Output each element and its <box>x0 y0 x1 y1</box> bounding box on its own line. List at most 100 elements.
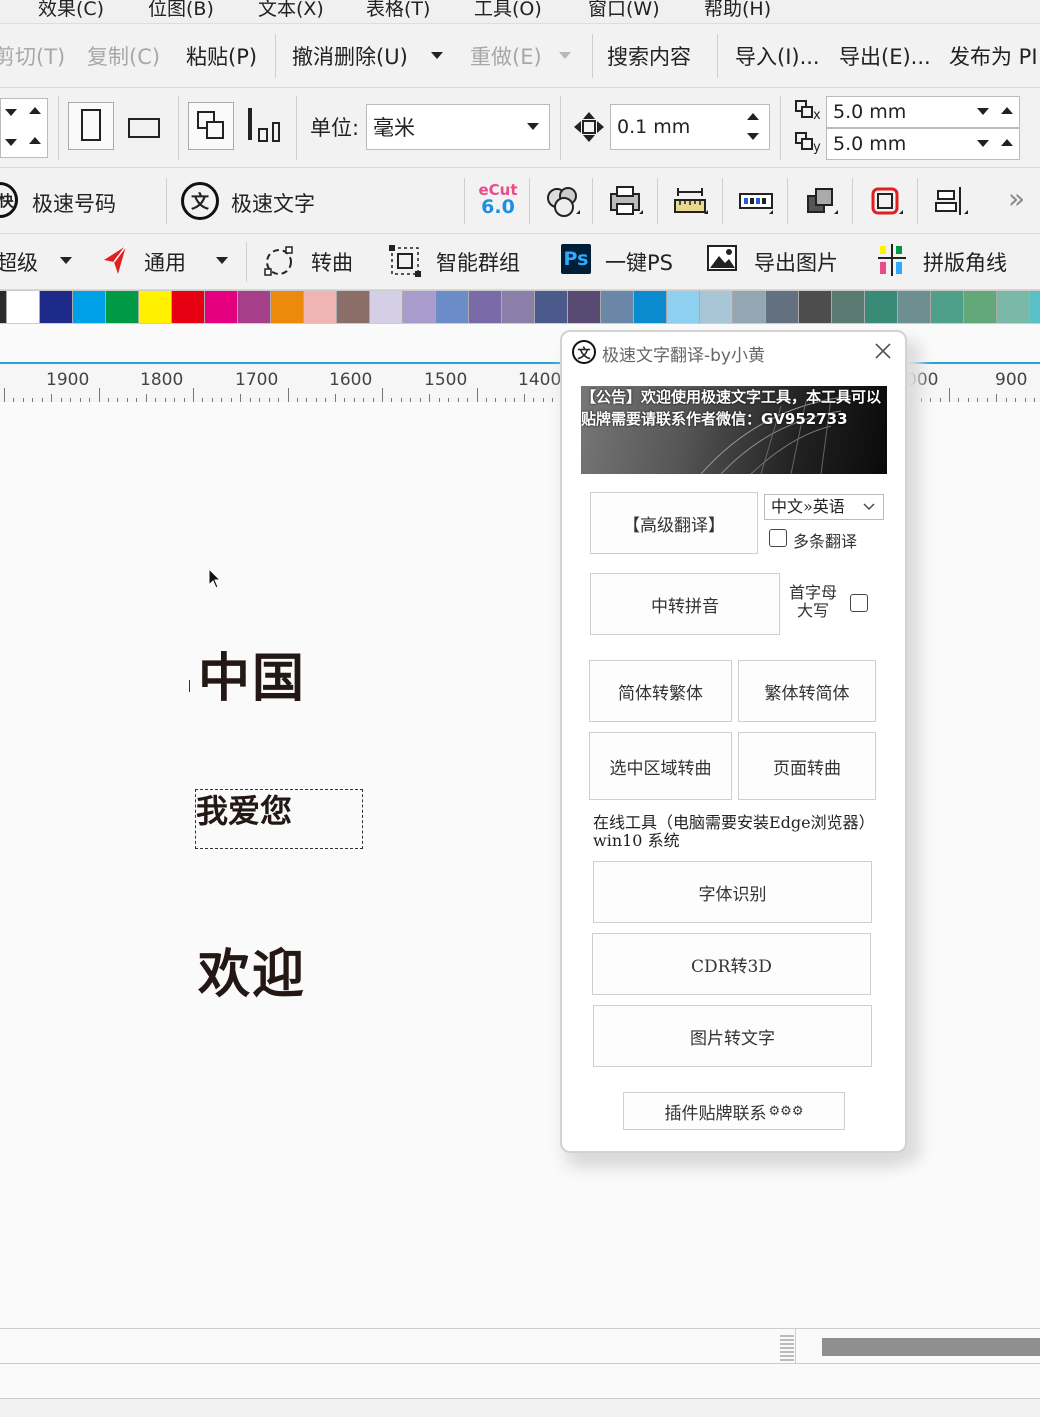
cdr-to-3d-button[interactable]: CDR转3D <box>592 933 871 995</box>
spin-up-icon[interactable] <box>1001 139 1013 146</box>
crop-mark-icon[interactable] <box>867 184 905 220</box>
scroll-thumb[interactable] <box>822 1338 1040 1356</box>
color-swatch[interactable] <box>733 291 766 323</box>
ruler-measure-icon[interactable] <box>672 184 710 220</box>
printer-icon[interactable] <box>607 184 645 220</box>
current-page-icon[interactable] <box>246 108 282 144</box>
chevron-down-icon[interactable] <box>977 140 989 147</box>
menu-help[interactable]: 帮助(H) <box>704 0 771 21</box>
language-select[interactable]: 中文»英语 <box>764 494 884 520</box>
color-swatch[interactable] <box>304 291 337 323</box>
color-swatch[interactable] <box>667 291 700 323</box>
menu-bitmaps[interactable]: 位图(B) <box>148 0 214 21</box>
general-button[interactable]: 通用 <box>144 247 186 277</box>
color-swatch[interactable] <box>370 291 403 323</box>
color-swatch[interactable] <box>502 291 535 323</box>
duplicate-x-field[interactable]: 5.0 mm <box>826 96 1020 128</box>
color-swatch[interactable] <box>403 291 436 323</box>
shapes-icon[interactable] <box>544 184 582 220</box>
color-swatch[interactable] <box>205 291 238 323</box>
barcode-icon[interactable] <box>737 184 775 220</box>
color-swatch[interactable] <box>7 291 40 323</box>
traditional-to-simplified-button[interactable]: 繁体转简体 <box>738 660 876 722</box>
font-recognition-button[interactable]: 字体识别 <box>593 861 872 923</box>
color-swatch[interactable] <box>997 291 1030 323</box>
spin-down-icon[interactable] <box>747 133 759 140</box>
canvas-text-welcome[interactable]: 欢迎 <box>198 932 306 1007</box>
menu-effects[interactable]: 效果(C) <box>38 0 104 21</box>
all-pages-icon[interactable] <box>188 102 234 150</box>
fast-text-button[interactable]: 极速文字 <box>231 188 315 218</box>
color-swatch[interactable] <box>700 291 733 323</box>
menu-window[interactable]: 窗口(W) <box>588 0 660 21</box>
level-dropdown-icon[interactable] <box>60 257 72 264</box>
export-button[interactable]: 导出(E)... <box>839 41 931 71</box>
search-content-button[interactable]: 搜索内容 <box>607 41 691 71</box>
multi-translate-checkbox[interactable] <box>769 529 787 547</box>
align-icon[interactable] <box>932 184 970 220</box>
color-swatch[interactable] <box>931 291 964 323</box>
advanced-translate-button[interactable]: 【高级翻译】 <box>590 492 758 554</box>
color-swatch[interactable] <box>469 291 502 323</box>
cut-button[interactable]: 剪切(T) <box>0 41 65 71</box>
close-icon[interactable] <box>872 340 894 362</box>
page-to-curve-button[interactable]: 页面转曲 <box>738 732 876 800</box>
horizontal-scrollbar[interactable] <box>0 1328 1040 1364</box>
brand-contact-button[interactable]: 插件贴牌联系 ⚙⚙⚙ <box>623 1092 845 1130</box>
menu-table[interactable]: 表格(T) <box>366 0 430 21</box>
color-swatch[interactable] <box>337 291 370 323</box>
canvas-text-love[interactable]: 我爱您 <box>196 786 292 832</box>
color-swatch[interactable] <box>799 291 832 323</box>
color-swatch[interactable] <box>898 291 931 323</box>
color-swatch[interactable] <box>865 291 898 323</box>
color-swatch[interactable] <box>0 291 7 323</box>
one-key-ps-button[interactable]: 一键PS <box>605 247 673 277</box>
menu-text[interactable]: 文本(X) <box>258 0 324 21</box>
redo-dropdown-icon[interactable] <box>559 52 571 59</box>
color-swatch[interactable] <box>73 291 106 323</box>
canvas-text-china[interactable]: 中国 <box>198 636 306 711</box>
color-swatch[interactable] <box>436 291 469 323</box>
general-dropdown-icon[interactable] <box>216 257 228 264</box>
simplified-to-traditional-button[interactable]: 简体转繁体 <box>589 660 732 722</box>
to-pinyin-button[interactable]: 中转拼音 <box>590 573 780 635</box>
imposition-button[interactable]: 拼版角线 <box>923 247 1007 277</box>
spin-control[interactable] <box>0 98 48 158</box>
color-swatch[interactable] <box>535 291 568 323</box>
undo-button[interactable]: 撤消删除(U) <box>292 41 408 71</box>
smart-group-button[interactable]: 智能群组 <box>436 247 520 277</box>
export-image-button[interactable]: 导出图片 <box>754 247 838 277</box>
color-swatch[interactable] <box>106 291 139 323</box>
color-swatch[interactable] <box>172 291 205 323</box>
unit-select[interactable]: 毫米 <box>366 104 550 150</box>
capitalize-checkbox[interactable] <box>850 594 868 612</box>
redo-button[interactable]: 重做(E) <box>470 41 542 71</box>
image-to-text-button[interactable]: 图片转文字 <box>593 1005 872 1067</box>
ecut-icon[interactable]: eCut 6.0 <box>478 182 518 222</box>
arrange-icon[interactable] <box>802 184 840 220</box>
overflow-chevron-icon[interactable]: » <box>1008 182 1025 215</box>
import-button[interactable]: 导入(I)... <box>735 41 820 71</box>
color-swatch[interactable] <box>601 291 634 323</box>
color-swatch[interactable] <box>634 291 667 323</box>
color-swatch[interactable] <box>766 291 799 323</box>
color-swatch[interactable] <box>964 291 997 323</box>
paste-button[interactable]: 粘贴(P) <box>186 41 257 71</box>
fast-number-button[interactable]: 极速号码 <box>32 188 116 218</box>
menu-tools[interactable]: 工具(O) <box>474 0 542 21</box>
undo-dropdown-icon[interactable] <box>431 52 443 59</box>
spin-up-icon[interactable] <box>747 113 759 120</box>
portrait-button[interactable] <box>68 102 114 150</box>
color-swatch[interactable] <box>238 291 271 323</box>
spin-up-icon[interactable] <box>1001 107 1013 114</box>
color-swatch[interactable] <box>271 291 304 323</box>
scroll-grip[interactable] <box>780 1333 794 1361</box>
nudge-field[interactable]: 0.1 mm <box>610 104 770 150</box>
copy-button[interactable]: 复制(C) <box>87 41 160 71</box>
color-swatch[interactable] <box>568 291 601 323</box>
publish-button[interactable]: 发布为 PI <box>949 41 1038 71</box>
selection-to-curve-button[interactable]: 选中区域转曲 <box>589 732 732 800</box>
chevron-down-icon[interactable] <box>977 108 989 115</box>
color-swatch[interactable] <box>139 291 172 323</box>
color-swatch[interactable] <box>1030 291 1040 323</box>
